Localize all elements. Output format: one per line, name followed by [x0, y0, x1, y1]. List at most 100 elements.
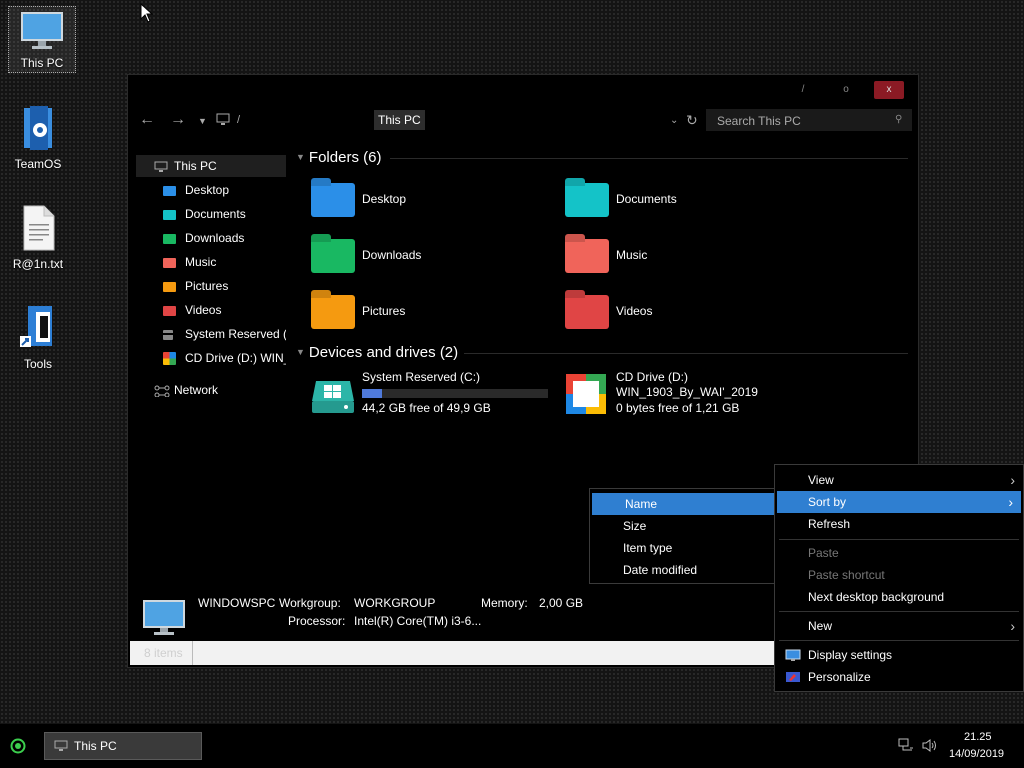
workgroup-label: Workgroup: — [279, 596, 341, 610]
sidebar-item-documents[interactable]: Documents — [136, 203, 286, 225]
sidebar-item-videos[interactable]: Videos — [136, 299, 286, 321]
drive-system-reserved[interactable]: System Reserved (C:) — [362, 370, 480, 385]
forward-button[interactable]: → — [170, 111, 186, 129]
drive-usage-bar — [362, 389, 548, 398]
menu-item-sort-by[interactable]: Sort by › — [777, 491, 1021, 513]
shortcut-icon — [20, 306, 52, 347]
folder-icon — [311, 239, 355, 273]
drive-free-space: 0 bytes free of 1,21 GB — [616, 401, 740, 415]
divider — [390, 158, 908, 159]
back-button[interactable]: ← — [139, 111, 155, 129]
collapse-icon: ▼ — [296, 347, 305, 357]
menu-item-display-settings[interactable]: Display settings — [775, 644, 1023, 666]
network-tray-icon[interactable] — [898, 738, 914, 753]
menu-item-view[interactable]: View › — [775, 469, 1023, 491]
chevron-right-icon: › — [1008, 494, 1013, 510]
maximize-button[interactable]: o — [831, 81, 861, 99]
folder-icon — [163, 233, 176, 244]
menu-item-paste-shortcut[interactable]: Paste shortcut — [775, 564, 1023, 586]
menu-item-sort-date-modified[interactable]: Date modified — [590, 559, 776, 581]
address-dropdown-icon[interactable]: ⌄ — [670, 115, 678, 126]
folder-pictures[interactable]: Pictures — [362, 304, 405, 318]
desktop-icon-rain-txt[interactable]: R@1n.txt — [8, 204, 68, 271]
refresh-icon[interactable]: ↻ — [686, 112, 698, 129]
menu-item-sort-size[interactable]: Size — [590, 515, 776, 537]
cd-drive-icon — [163, 352, 176, 366]
menu-item-sort-name[interactable]: Name — [592, 493, 774, 515]
minimize-button[interactable]: / — [788, 81, 818, 99]
folder-icon — [565, 239, 609, 273]
folder-documents[interactable]: Documents — [616, 192, 677, 206]
folder-icon — [565, 295, 609, 329]
sidebar-item-downloads[interactable]: Downloads — [136, 227, 286, 249]
sidebar-item-cd-drive[interactable]: CD Drive (D:) WIN_1 — [136, 347, 286, 369]
search-icon[interactable]: ⚲ — [895, 114, 902, 125]
desktop-icon-teamos[interactable]: TeamOS — [8, 104, 68, 171]
chevron-right-icon: › — [1010, 618, 1015, 634]
taskbar-app-label: This PC — [74, 739, 117, 753]
sidebar-item-desktop[interactable]: Desktop — [136, 179, 286, 201]
close-button[interactable]: x — [874, 81, 904, 99]
folder-videos[interactable]: Videos — [616, 304, 652, 318]
sidebar-item-label: CD Drive (D:) WIN_1 — [185, 351, 286, 365]
drive-usage-fill — [362, 389, 383, 398]
pc-name: WINDOWSPC — [198, 596, 276, 610]
recent-locations-button[interactable]: ▼ — [198, 116, 207, 126]
drive-free-space: 44,2 GB free of 49,9 GB — [362, 401, 491, 415]
item-count: 8 items — [144, 646, 183, 660]
menu-item-sort-item-type[interactable]: Item type — [590, 537, 776, 559]
menu-item-label: New — [808, 619, 833, 633]
menu-item-label: Sort by — [808, 495, 847, 509]
volume-icon[interactable] — [921, 738, 939, 753]
folder-icon — [311, 295, 355, 329]
folder-downloads[interactable]: Downloads — [362, 248, 421, 262]
sidebar-item-this-pc[interactable]: This PC — [136, 155, 286, 177]
processor-label: Processor: — [288, 614, 346, 628]
text-file-icon — [23, 205, 55, 251]
menu-item-refresh[interactable]: Refresh — [775, 513, 1023, 535]
monitor-icon — [154, 161, 168, 172]
sidebar-item-pictures[interactable]: Pictures — [136, 275, 286, 297]
menu-item-next-desktop-background[interactable]: Next desktop background — [775, 586, 1023, 608]
search-input[interactable]: Search This PC — [706, 109, 912, 131]
desktop-icon-tools[interactable]: Tools — [8, 302, 68, 371]
menu-item-new[interactable]: New › — [775, 615, 1023, 637]
devices-group-header[interactable]: ▼ Devices and drives (2) — [296, 344, 458, 361]
folder-icon — [163, 305, 176, 316]
start-button-icon[interactable] — [10, 738, 26, 754]
clock-time[interactable]: 21.25 — [964, 731, 992, 743]
folders-group-header[interactable]: ▼ Folders (6) — [296, 149, 381, 166]
taskbar: This PC 21.25 14/09/2019 — [0, 724, 1024, 768]
sidebar-item-label: Videos — [185, 303, 222, 317]
sidebar-item-music[interactable]: Music — [136, 251, 286, 273]
taskbar-app-this-pc[interactable]: This PC — [44, 732, 202, 760]
cd-drive-icon — [566, 374, 606, 414]
folder-desktop[interactable]: Desktop — [362, 192, 406, 206]
folder-icon — [163, 209, 176, 220]
menu-item-paste[interactable]: Paste — [775, 542, 1023, 564]
desktop-icon-label: This PC — [20, 56, 64, 70]
clock-date[interactable]: 14/09/2019 — [949, 748, 1004, 760]
this-pc-small-icon — [216, 113, 230, 125]
collapse-icon: ▼ — [296, 152, 305, 162]
sidebar-item-network[interactable]: Network — [136, 379, 286, 401]
network-icon — [154, 385, 170, 398]
folder-music[interactable]: Music — [616, 248, 647, 262]
folder-icon — [311, 183, 355, 217]
sidebar-item-label: Documents — [185, 207, 246, 221]
folder-icon — [163, 185, 176, 196]
processor-value: Intel(R) Core(TM) i3-6... — [354, 614, 482, 628]
memory-label: Memory: — [481, 596, 528, 610]
menu-item-personalize[interactable]: Personalize — [775, 666, 1023, 688]
address-bar[interactable]: This PC — [374, 110, 425, 130]
desktop-icon-this-pc[interactable]: This PC — [8, 6, 76, 73]
breadcrumb-separator: / — [237, 114, 241, 126]
hard-drive-icon — [312, 381, 354, 413]
sidebar-item-system-reserved[interactable]: System Reserved (C — [136, 323, 286, 345]
divider — [464, 353, 908, 354]
workgroup-value: WORKGROUP — [354, 596, 436, 610]
drive-cd[interactable]: CD Drive (D:) — [616, 370, 688, 385]
folder-icon — [163, 257, 176, 268]
desktop-icon-label: TeamOS — [14, 157, 62, 171]
menu-separator — [779, 539, 1019, 540]
